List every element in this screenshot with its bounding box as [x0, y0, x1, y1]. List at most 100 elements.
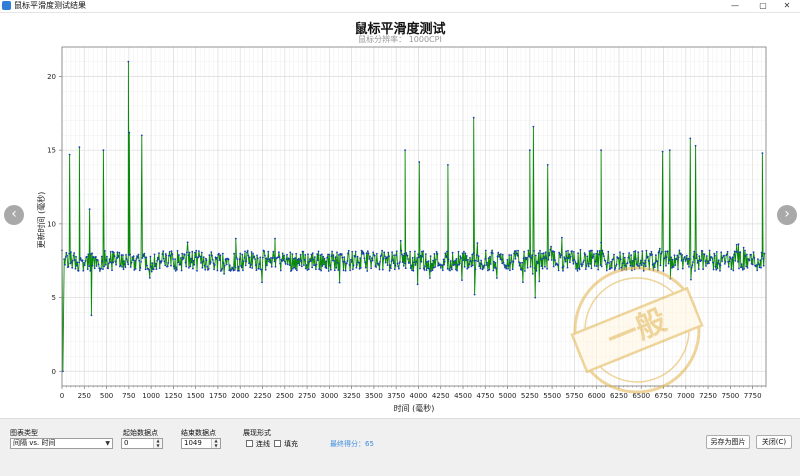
data-point [686, 263, 689, 265]
data-point [595, 265, 598, 267]
data-point [127, 263, 130, 266]
data-point [732, 269, 735, 272]
data-point [400, 249, 403, 252]
data-point [317, 250, 320, 253]
data-point [132, 255, 135, 258]
data-point [399, 239, 402, 242]
data-point [539, 249, 541, 252]
data-point [391, 251, 393, 254]
data-point [724, 261, 727, 263]
data-point [97, 263, 100, 266]
start-point-value: 0 [124, 439, 129, 447]
data-point [550, 245, 552, 248]
final-score: 最终得分：65 [330, 440, 374, 448]
data-point [110, 261, 113, 264]
data-point [415, 261, 418, 263]
data-point [598, 253, 600, 256]
data-point [284, 262, 287, 265]
data-point [449, 269, 451, 272]
data-point [127, 60, 130, 63]
save-image-button[interactable]: 另存为图片 [706, 435, 750, 449]
data-point [292, 267, 294, 270]
data-point [455, 258, 458, 260]
data-point [170, 250, 173, 253]
data-point [198, 250, 200, 253]
data-point [502, 261, 505, 264]
data-point [692, 255, 695, 258]
data-point [711, 257, 714, 260]
data-point [587, 263, 589, 265]
data-point [626, 262, 629, 264]
data-point [565, 257, 568, 259]
next-chart-button[interactable]: › [777, 205, 797, 225]
x-tick-label: 2750 [298, 392, 316, 400]
data-point [561, 266, 564, 269]
data-point [471, 253, 474, 256]
data-point [364, 261, 366, 263]
close-button[interactable]: 关闭(C) [756, 435, 792, 449]
data-point [158, 252, 160, 255]
data-point [160, 260, 163, 262]
end-point-spinner[interactable]: ▲ ▼ [211, 439, 220, 448]
start-point-label: 起始数据点 [123, 429, 158, 437]
data-point [712, 261, 714, 264]
start-point-spinner[interactable]: ▲ ▼ [153, 439, 162, 448]
data-point [393, 254, 395, 257]
end-point-input[interactable]: 1049 ▲ ▼ [181, 438, 221, 449]
data-point [75, 264, 78, 267]
data-point [395, 254, 397, 257]
data-point [737, 260, 739, 263]
data-point [432, 259, 434, 262]
data-point [307, 268, 310, 271]
fill-option-label: 填充 [284, 440, 298, 448]
data-point [522, 281, 524, 283]
data-point [366, 270, 369, 272]
data-point [461, 252, 464, 255]
data-point [248, 262, 250, 265]
data-point [674, 264, 677, 266]
data-point [414, 264, 417, 266]
data-point [509, 261, 512, 264]
x-tick-label: 6000 [588, 392, 606, 400]
data-point [435, 250, 438, 253]
data-point [623, 256, 626, 259]
data-point [591, 257, 594, 259]
data-point [325, 267, 328, 269]
data-point [174, 258, 177, 261]
data-point [707, 260, 710, 263]
x-tick-label: 250 [78, 392, 91, 400]
data-point [619, 258, 622, 261]
fill-checkbox[interactable] [274, 440, 281, 447]
data-point [429, 277, 431, 279]
x-tick-label: 7250 [699, 392, 717, 400]
data-point [733, 253, 735, 256]
data-point [66, 254, 68, 257]
data-point [323, 257, 326, 260]
line-checkbox[interactable] [246, 440, 253, 447]
data-point [256, 254, 258, 257]
data-point [112, 251, 115, 254]
data-point [600, 149, 602, 152]
data-point [258, 267, 260, 270]
data-point [533, 250, 535, 252]
data-point [233, 252, 236, 255]
display-mode-label: 展现形式 [243, 429, 271, 437]
data-point [390, 260, 393, 263]
data-point [290, 269, 293, 272]
data-point [333, 269, 336, 272]
data-point [654, 261, 657, 264]
data-point [154, 265, 156, 268]
data-point [394, 264, 397, 267]
data-point [439, 267, 442, 269]
data-point [331, 250, 333, 253]
data-point [405, 252, 408, 254]
data-point [450, 266, 453, 269]
chart-type-dropdown[interactable]: 间隔 vs. 时间 ▼ [10, 438, 113, 449]
data-point [307, 253, 309, 256]
prev-chart-button[interactable]: ‹ [4, 205, 24, 225]
data-point [145, 256, 148, 259]
data-point [91, 264, 94, 267]
start-point-input[interactable]: 0 ▲ ▼ [121, 438, 163, 449]
data-point [651, 253, 653, 256]
data-point [115, 263, 117, 266]
